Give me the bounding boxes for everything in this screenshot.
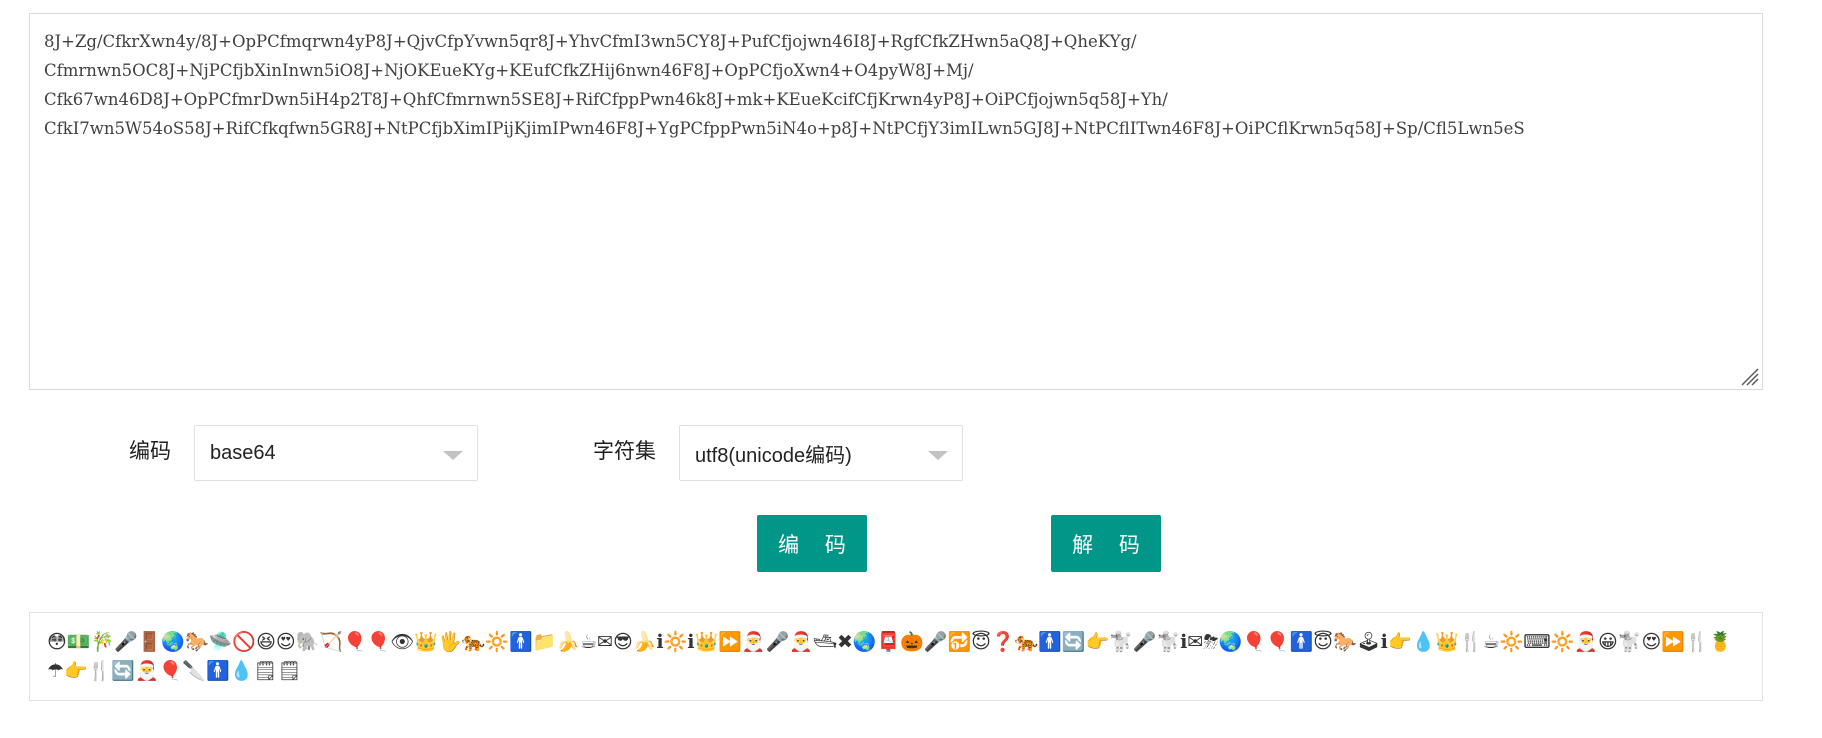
charset-select[interactable]: utf8(unicode编码) <box>679 425 963 481</box>
charset-select-value: utf8(unicode编码) <box>695 444 852 467</box>
decode-button[interactable]: 解 码 <box>1051 515 1161 572</box>
charset-label: 字符集 <box>593 440 656 463</box>
encoding-select-value: base64 <box>210 441 276 464</box>
output-text: 😳💵🎋🎤🚪🌏🐎🛸🚫😆😍🐘🏹🎈🎈👁👑🖐🐅🔆🚹📁🍌☕✉😎🍌ℹ🔆ℹ👑⏩🎅🎤🎅🛥✖🌏📮🎃… <box>47 631 1733 682</box>
chevron-down-icon <box>928 451 948 460</box>
chevron-down-icon <box>443 451 463 460</box>
base64-converter-page: 8J+Zg/CfkrXwn4y/8J+OpPCfmqrwn4yP8J+QjvCf… <box>0 0 1822 738</box>
encoding-label: 编码 <box>129 440 171 463</box>
output-box: 😳💵🎋🎤🚪🌏🐎🛸🚫😆😍🐘🏹🎈🎈👁👑🖐🐅🔆🚹📁🍌☕✉😎🍌ℹ🔆ℹ👑⏩🎅🎤🎅🛥✖🌏📮🎃… <box>29 612 1763 701</box>
input-text[interactable]: 8J+Zg/CfkrXwn4y/8J+OpPCfmqrwn4yP8J+QjvCf… <box>44 27 1748 143</box>
encoding-select[interactable]: base64 <box>194 425 478 481</box>
input-textarea[interactable]: 8J+Zg/CfkrXwn4y/8J+OpPCfmqrwn4yP8J+QjvCf… <box>29 13 1763 390</box>
encode-button[interactable]: 编 码 <box>757 515 867 572</box>
resize-handle-icon[interactable] <box>1738 365 1760 387</box>
